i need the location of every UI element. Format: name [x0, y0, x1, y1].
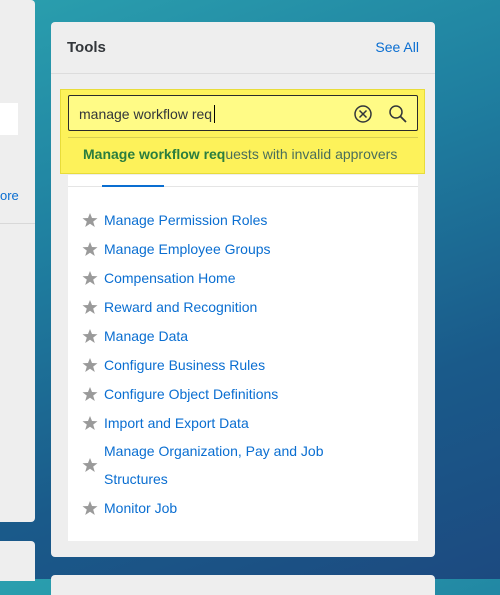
more-link[interactable]: ore [0, 188, 19, 203]
tool-item[interactable]: Manage Data [68, 321, 418, 350]
search-icon[interactable] [388, 104, 408, 124]
suggestion-rest: uests with invalid approvers [225, 146, 398, 162]
tool-item[interactable]: Import and Export Data [68, 408, 418, 437]
tab-underline [102, 185, 164, 187]
left-input-fragment[interactable] [0, 103, 18, 135]
star-icon[interactable] [82, 415, 98, 431]
tool-label[interactable]: Compensation Home [104, 264, 236, 292]
tool-item[interactable]: Compensation Home [68, 263, 418, 292]
star-icon[interactable] [82, 457, 98, 473]
star-icon[interactable] [82, 299, 98, 315]
tool-label[interactable]: Configure Object Definitions [104, 380, 278, 408]
tools-card: Tools See All Manage workflow requests w… [51, 22, 435, 557]
search-box[interactable] [68, 95, 418, 131]
text-caret [214, 105, 215, 123]
tool-label[interactable]: Reward and Recognition [104, 293, 257, 321]
left-card-bottom [0, 541, 35, 581]
clear-icon[interactable] [353, 104, 373, 124]
tool-label[interactable]: Manage Employee Groups [104, 235, 271, 263]
bottom-card [51, 575, 435, 595]
left-card: ore [0, 0, 35, 522]
search-suggestion[interactable]: Manage workflow requests with invalid ap… [68, 137, 418, 169]
search-input[interactable] [79, 104, 339, 124]
tool-list: Manage Permission Roles Manage Employee … [68, 205, 418, 522]
star-icon[interactable] [82, 270, 98, 286]
tool-item[interactable]: Manage Employee Groups [68, 234, 418, 263]
star-icon[interactable] [82, 212, 98, 228]
header-divider [51, 73, 435, 74]
tool-item[interactable]: Manage Permission Roles [68, 205, 418, 234]
tool-label[interactable]: Manage Data [104, 322, 188, 350]
left-divider [0, 223, 35, 224]
suggestion-match: Manage workflow req [83, 146, 226, 162]
tool-item[interactable]: Monitor Job [68, 493, 418, 522]
star-icon[interactable] [82, 241, 98, 257]
tool-item[interactable]: Configure Object Definitions [68, 379, 418, 408]
tool-label[interactable]: Configure Business Rules [104, 351, 265, 379]
tool-label[interactable]: Manage Permission Roles [104, 206, 267, 234]
tool-label[interactable]: Monitor Job [104, 494, 177, 522]
tool-label[interactable]: Import and Export Data [104, 409, 249, 437]
tool-label[interactable]: Manage Organization, Pay and Job Structu… [104, 437, 344, 493]
tool-item[interactable]: Manage Organization, Pay and Job Structu… [68, 437, 418, 493]
tools-list-panel: Manage Permission Roles Manage Employee … [68, 175, 418, 541]
star-icon[interactable] [82, 500, 98, 516]
star-icon[interactable] [82, 357, 98, 373]
star-icon[interactable] [82, 328, 98, 344]
star-icon[interactable] [82, 386, 98, 402]
tool-item[interactable]: Reward and Recognition [68, 292, 418, 321]
tool-item[interactable]: Configure Business Rules [68, 350, 418, 379]
tools-title: Tools [67, 39, 106, 56]
see-all-link[interactable]: See All [375, 39, 419, 55]
